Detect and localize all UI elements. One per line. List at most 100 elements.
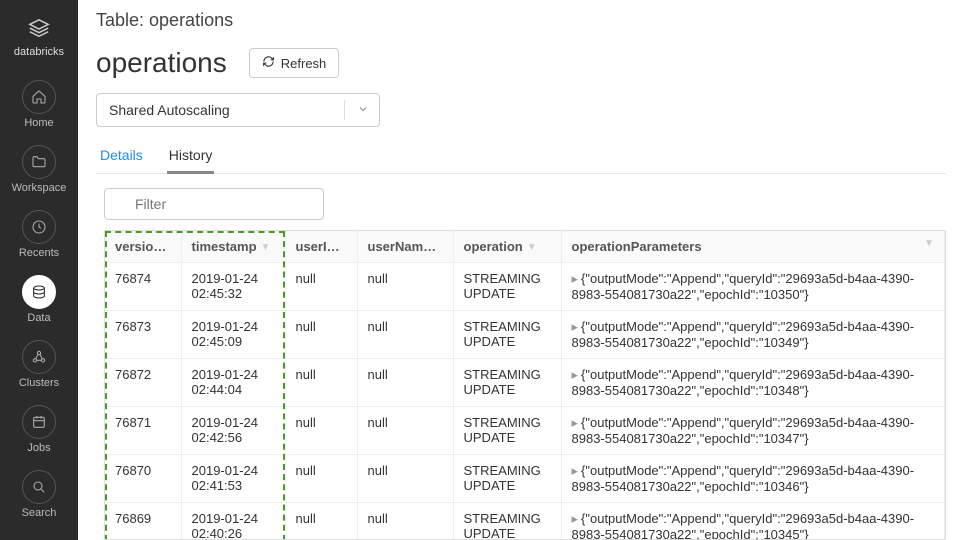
- database-icon: [22, 275, 56, 309]
- cell-operation: STREAMING UPDATE: [453, 455, 561, 503]
- col-operation[interactable]: operation▼: [453, 231, 561, 263]
- chevron-down-icon: [357, 102, 369, 118]
- cell-operation: STREAMING UPDATE: [453, 263, 561, 311]
- cell-timestamp: 2019-01-24 02:42:56: [181, 407, 285, 455]
- sidebar-item-recents[interactable]: Recents: [0, 202, 78, 267]
- cell-operation: STREAMING UPDATE: [453, 407, 561, 455]
- cell-timestamp: 2019-01-24 02:44:04: [181, 359, 285, 407]
- databricks-logo-icon: [28, 18, 50, 43]
- clusters-icon: [22, 340, 56, 374]
- sidebar-item-search[interactable]: Search: [0, 462, 78, 527]
- col-username[interactable]: userName▼: [357, 231, 453, 263]
- cluster-select[interactable]: Shared Autoscaling: [96, 93, 380, 127]
- brand[interactable]: databricks: [0, 8, 78, 72]
- select-divider: [344, 100, 345, 120]
- cell-userid: null: [285, 455, 357, 503]
- sidebar: databricks Home Workspace Recents Data C…: [0, 0, 78, 540]
- cell-params: ▸{"outputMode":"Append","queryId":"29693…: [561, 455, 945, 503]
- sidebar-item-jobs[interactable]: Jobs: [0, 397, 78, 462]
- sidebar-label: Workspace: [12, 182, 67, 194]
- sidebar-item-home[interactable]: Home: [0, 72, 78, 137]
- cell-userid: null: [285, 503, 357, 540]
- cell-timestamp: 2019-01-24 02:45:32: [181, 263, 285, 311]
- cell-userid: null: [285, 311, 357, 359]
- clock-icon: [22, 210, 56, 244]
- cell-userid: null: [285, 407, 357, 455]
- col-version[interactable]: version▼: [105, 231, 181, 263]
- table-row[interactable]: 768742019-01-24 02:45:32nullnullSTREAMIN…: [105, 263, 945, 311]
- page-title: operations: [96, 47, 227, 79]
- cell-params: ▸{"outputMode":"Append","queryId":"29693…: [561, 263, 945, 311]
- caret-right-icon[interactable]: ▸: [572, 271, 579, 287]
- cell-version: 76870: [105, 455, 181, 503]
- refresh-button[interactable]: Refresh: [249, 48, 340, 78]
- table-row[interactable]: 768692019-01-24 02:40:26nullnullSTREAMIN…: [105, 503, 945, 540]
- sidebar-item-clusters[interactable]: Clusters: [0, 332, 78, 397]
- calendar-icon: [22, 405, 56, 439]
- folder-icon: [22, 145, 56, 179]
- col-timestamp[interactable]: timestamp▼: [181, 231, 285, 263]
- cluster-select-value: Shared Autoscaling: [109, 102, 230, 118]
- sort-icon: ▼: [434, 242, 444, 253]
- sort-icon: ▼: [924, 238, 934, 249]
- cluster-select-wrap: Shared Autoscaling: [96, 93, 946, 127]
- sidebar-label: Clusters: [19, 377, 59, 389]
- tab-history[interactable]: History: [167, 139, 215, 174]
- cell-operation: STREAMING UPDATE: [453, 503, 561, 540]
- table-header-row: version▼ timestamp▼ userId▼ userName▼ op…: [105, 231, 945, 263]
- cell-operation: STREAMING UPDATE: [453, 311, 561, 359]
- cell-timestamp: 2019-01-24 02:40:26: [181, 503, 285, 540]
- cell-username: null: [357, 407, 453, 455]
- refresh-icon: [262, 55, 275, 71]
- sort-icon: ▼: [261, 242, 271, 253]
- table-row[interactable]: 768722019-01-24 02:44:04nullnullSTREAMIN…: [105, 359, 945, 407]
- breadcrumb: Table: operations: [96, 10, 946, 31]
- cell-userid: null: [285, 263, 357, 311]
- col-operationparameters[interactable]: operationParameters▼: [561, 231, 945, 263]
- search-icon: [22, 470, 56, 504]
- caret-right-icon[interactable]: ▸: [572, 511, 579, 527]
- refresh-label: Refresh: [281, 56, 327, 71]
- caret-right-icon[interactable]: ▸: [572, 367, 579, 383]
- cell-username: null: [357, 311, 453, 359]
- caret-right-icon[interactable]: ▸: [572, 463, 579, 479]
- table-row[interactable]: 768712019-01-24 02:42:56nullnullSTREAMIN…: [105, 407, 945, 455]
- main-content: Table: operations operations Refresh Sha…: [78, 0, 960, 540]
- cell-version: 76872: [105, 359, 181, 407]
- history-table: version▼ timestamp▼ userId▼ userName▼ op…: [105, 231, 945, 540]
- col-userid[interactable]: userId▼: [285, 231, 357, 263]
- cell-username: null: [357, 263, 453, 311]
- title-row: operations Refresh: [96, 47, 946, 79]
- table-row[interactable]: 768702019-01-24 02:41:53nullnullSTREAMIN…: [105, 455, 945, 503]
- history-table-wrap: version▼ timestamp▼ userId▼ userName▼ op…: [104, 230, 946, 540]
- home-icon: [22, 80, 56, 114]
- sort-icon: ▼: [339, 242, 349, 253]
- cell-version: 76871: [105, 407, 181, 455]
- caret-right-icon[interactable]: ▸: [572, 415, 579, 431]
- sidebar-label: Search: [22, 507, 57, 519]
- sidebar-label: Home: [24, 117, 53, 129]
- brand-label: databricks: [14, 46, 64, 58]
- cell-timestamp: 2019-01-24 02:45:09: [181, 311, 285, 359]
- filter-input[interactable]: [104, 188, 324, 220]
- cell-username: null: [357, 359, 453, 407]
- sidebar-item-workspace[interactable]: Workspace: [0, 137, 78, 202]
- cell-version: 76874: [105, 263, 181, 311]
- filter-row: [104, 188, 946, 220]
- sort-icon: ▼: [165, 242, 175, 253]
- sidebar-label: Jobs: [27, 442, 50, 454]
- caret-right-icon[interactable]: ▸: [572, 319, 579, 335]
- cell-version: 76873: [105, 311, 181, 359]
- table-row[interactable]: 768732019-01-24 02:45:09nullnullSTREAMIN…: [105, 311, 945, 359]
- sidebar-item-data[interactable]: Data: [0, 267, 78, 332]
- sort-icon: ▼: [527, 242, 537, 253]
- sidebar-label: Recents: [19, 247, 59, 259]
- tab-details[interactable]: Details: [98, 139, 145, 173]
- cell-params: ▸{"outputMode":"Append","queryId":"29693…: [561, 503, 945, 540]
- cell-username: null: [357, 455, 453, 503]
- tabs: Details History: [96, 139, 946, 174]
- cell-operation: STREAMING UPDATE: [453, 359, 561, 407]
- cell-userid: null: [285, 359, 357, 407]
- cell-timestamp: 2019-01-24 02:41:53: [181, 455, 285, 503]
- cell-params: ▸{"outputMode":"Append","queryId":"29693…: [561, 311, 945, 359]
